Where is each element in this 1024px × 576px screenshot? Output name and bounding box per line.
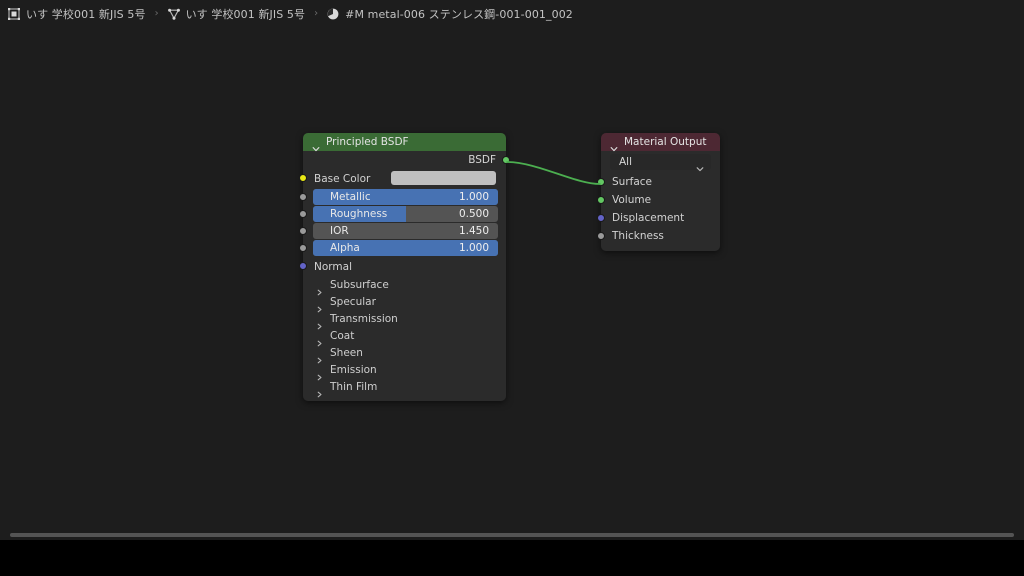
panel-coat[interactable]: Coat — [303, 327, 506, 347]
input-label-normal: Normal — [314, 260, 352, 273]
socket-input-displacement[interactable] — [597, 214, 605, 222]
target-dropdown-value: All — [619, 156, 633, 168]
breadcrumb-separator-2: › — [314, 8, 319, 19]
chevron-right-icon[interactable] — [316, 349, 323, 364]
slider-label-metallic: Metallic — [330, 191, 371, 203]
socket-input-ior[interactable] — [299, 227, 307, 235]
panel-sheen[interactable]: Sheen — [303, 344, 506, 364]
node-input-displacement[interactable]: Displacement — [597, 209, 720, 227]
panel-label-specular: Specular — [330, 295, 376, 308]
chevron-right-icon[interactable] — [316, 332, 323, 347]
socket-input-surface[interactable] — [597, 178, 605, 186]
socket-input-volume[interactable] — [597, 196, 605, 204]
breadcrumb-label-material: #M metal-006 ステンレス鋼-001-001_002 — [345, 7, 573, 21]
socket-input-base-color[interactable] — [299, 174, 307, 182]
input-label-volume: Volume — [612, 194, 652, 206]
socket-input-thickness[interactable] — [597, 232, 605, 240]
node-input-metallic[interactable]: Metallic 1.000 — [299, 189, 506, 205]
input-label-surface: Surface — [612, 176, 653, 188]
socket-input-roughness[interactable] — [299, 210, 307, 218]
chevron-down-icon[interactable] — [312, 138, 320, 152]
blender-shader-editor: いす 学校001 新JIS 5号 › いす 学校001 新JIS 5号 › #M… — [0, 0, 1024, 576]
slider-alpha[interactable]: Alpha 1.000 — [313, 240, 498, 256]
panel-label-transmission: Transmission — [330, 312, 398, 325]
slider-label-alpha: Alpha — [330, 242, 360, 254]
node-input-ior[interactable]: IOR 1.450 — [299, 223, 506, 239]
node-body-material-output: All Surface Volume Displacement Thicknes… — [597, 151, 720, 251]
socket-input-alpha[interactable] — [299, 244, 307, 252]
panel-label-coat: Coat — [330, 329, 355, 342]
breadcrumb-item-material[interactable]: #M metal-006 ステンレス鋼-001-001_002 — [326, 4, 573, 24]
node-output-bsdf[interactable]: BSDF — [303, 151, 510, 169]
node-input-alpha[interactable]: Alpha 1.000 — [299, 240, 506, 256]
slider-label-ior: IOR — [330, 225, 349, 237]
node-body-principled-bsdf: BSDF Base Color Metallic 1.000 Roughness… — [299, 151, 510, 401]
panel-subsurface[interactable]: Subsurface — [303, 276, 506, 296]
input-label-base-color: Base Color — [314, 172, 371, 185]
input-label-thickness: Thickness — [612, 230, 664, 242]
breadcrumb-separator-1: › — [154, 8, 159, 19]
panel-thin-film[interactable]: Thin Film — [303, 378, 506, 398]
node-input-normal[interactable]: Normal — [299, 257, 506, 276]
mesh-data-icon — [167, 7, 181, 21]
base-color-swatch[interactable] — [391, 171, 496, 185]
input-label-displacement: Displacement — [612, 212, 685, 224]
slider-roughness[interactable]: Roughness 0.500 — [313, 206, 498, 222]
slider-value-roughness: 0.500 — [458, 208, 489, 220]
chevron-right-icon[interactable] — [316, 298, 323, 313]
slider-ior[interactable]: IOR 1.450 — [313, 223, 498, 239]
panel-label-emission: Emission — [330, 363, 377, 376]
panel-specular[interactable]: Specular — [303, 293, 506, 313]
node-input-thickness[interactable]: Thickness — [597, 227, 720, 245]
socket-input-metallic[interactable] — [299, 193, 307, 201]
breadcrumb-label-mesh: いす 学校001 新JIS 5号 — [185, 7, 306, 21]
chevron-right-icon[interactable] — [316, 366, 323, 381]
chevron-right-icon[interactable] — [316, 315, 323, 330]
node-editor-canvas[interactable]: いす 学校001 新JIS 5号 › いす 学校001 新JIS 5号 › #M… — [0, 0, 1024, 540]
node-input-volume[interactable]: Volume — [597, 191, 720, 209]
slider-value-metallic: 1.000 — [458, 191, 489, 203]
panel-label-thin-film: Thin Film — [330, 380, 378, 393]
node-input-roughness[interactable]: Roughness 0.500 — [299, 206, 506, 222]
breadcrumb: いす 学校001 新JIS 5号 › いす 学校001 新JIS 5号 › #M… — [0, 0, 1024, 27]
object-editor-icon — [7, 7, 21, 21]
node-link-bsdf-to-surface — [506, 161, 601, 185]
chevron-down-icon — [696, 158, 704, 172]
panel-transmission[interactable]: Transmission — [303, 310, 506, 330]
chevron-right-icon[interactable] — [316, 281, 323, 296]
breadcrumb-item-object[interactable]: いす 学校001 新JIS 5号 — [7, 4, 146, 24]
node-title-material-output: Material Output — [624, 136, 707, 148]
node-input-surface[interactable]: Surface — [597, 173, 720, 191]
target-dropdown-row: All — [601, 151, 720, 173]
panel-label-subsurface: Subsurface — [330, 278, 389, 291]
bottom-area — [0, 540, 1024, 576]
chevron-right-icon[interactable] — [316, 383, 323, 398]
chevron-down-icon[interactable] — [610, 138, 618, 152]
node-principled-bsdf[interactable]: Principled BSDF BSDF Base Color Metallic… — [299, 133, 510, 401]
breadcrumb-label-object: いす 学校001 新JIS 5号 — [26, 7, 146, 21]
output-label-bsdf: BSDF — [468, 154, 496, 166]
node-material-output[interactable]: Material Output All Surface Volume Displ… — [597, 133, 720, 251]
slider-metallic[interactable]: Metallic 1.000 — [313, 189, 498, 205]
panel-emission[interactable]: Emission — [303, 361, 506, 381]
material-sphere-icon — [326, 7, 340, 21]
socket-output-bsdf[interactable] — [502, 156, 510, 164]
node-header-material-output[interactable]: Material Output — [601, 133, 720, 152]
horizontal-scrollbar-thumb[interactable] — [10, 533, 1014, 537]
node-title-principled-bsdf: Principled BSDF — [326, 136, 409, 148]
node-input-base-color[interactable]: Base Color — [299, 169, 506, 188]
target-dropdown[interactable]: All — [610, 154, 711, 172]
panel-label-sheen: Sheen — [330, 346, 363, 359]
node-header-principled-bsdf[interactable]: Principled BSDF — [303, 133, 506, 152]
breadcrumb-item-mesh[interactable]: いす 学校001 新JIS 5号 — [167, 4, 306, 24]
slider-label-roughness: Roughness — [330, 208, 388, 220]
slider-value-alpha: 1.000 — [458, 242, 489, 254]
socket-input-normal[interactable] — [299, 262, 307, 270]
slider-value-ior: 1.450 — [458, 225, 489, 237]
